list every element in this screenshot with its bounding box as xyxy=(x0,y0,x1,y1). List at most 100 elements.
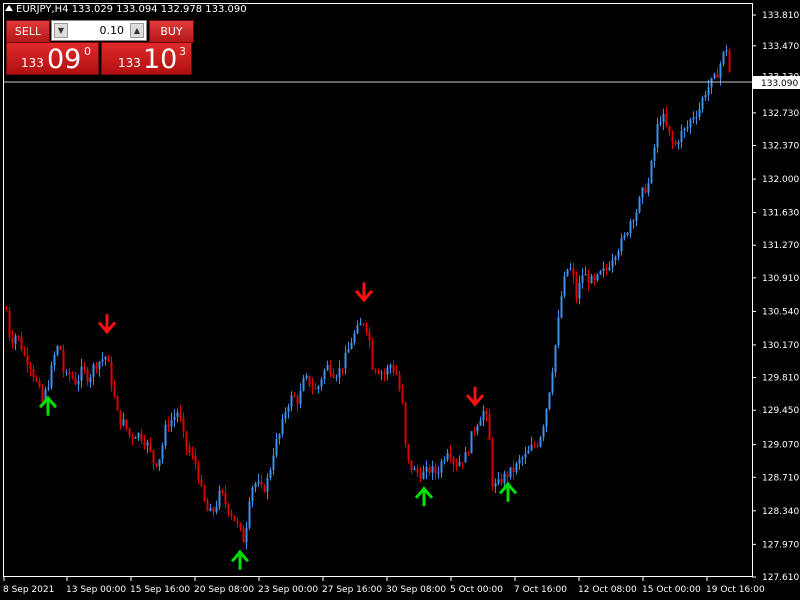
price-chart[interactable]: 133.810133.470133.130132.730132.370132.0… xyxy=(0,0,800,600)
candle-body xyxy=(71,374,74,378)
candle-body xyxy=(509,467,512,478)
candle-body xyxy=(341,368,344,370)
time-tick-label: 30 Sep 08:00 xyxy=(386,585,446,595)
sell-signal-arrow-icon xyxy=(97,314,117,334)
candle-body xyxy=(227,504,230,513)
candle-body xyxy=(482,411,485,421)
candle-body xyxy=(17,335,20,338)
time-tick-label: 23 Sep 00:00 xyxy=(258,585,318,595)
candle-body xyxy=(620,238,623,252)
candle-body xyxy=(80,366,83,381)
candle-body xyxy=(605,268,608,271)
time-tick-label: 15 Oct 00:00 xyxy=(642,585,701,595)
candle-body xyxy=(140,433,143,441)
candle-body xyxy=(710,78,713,88)
candle-body xyxy=(209,507,212,512)
candle-body xyxy=(473,431,476,433)
price-tick-label: 130.170 xyxy=(762,341,799,351)
candle-body xyxy=(128,428,131,436)
price-axis[interactable]: 133.810133.470133.130132.730132.370132.0… xyxy=(752,11,799,583)
candle-body xyxy=(83,366,86,370)
candle-body xyxy=(446,453,449,460)
buy-price-sup: 3 xyxy=(179,45,186,58)
candle-body xyxy=(164,424,167,446)
candle-body xyxy=(113,386,116,397)
candle-body xyxy=(410,460,413,470)
candle-body xyxy=(413,468,416,470)
candle-body xyxy=(650,160,653,183)
candle-body xyxy=(131,435,134,439)
candle-body xyxy=(719,63,722,78)
candle-body xyxy=(542,426,545,438)
candle-body xyxy=(281,418,284,435)
candle-body xyxy=(257,481,260,484)
candle-body xyxy=(545,408,548,427)
candle-body xyxy=(32,369,35,378)
candle-body xyxy=(185,431,188,448)
candle-body xyxy=(50,365,53,388)
time-axis[interactable]: 8 Sep 2021 13 Sep 00:00 15 Sep 16:00 20 Sep… xyxy=(3,577,765,595)
candle-body xyxy=(197,463,200,481)
candle-body xyxy=(521,457,524,460)
candle-body xyxy=(194,455,197,464)
candle-body xyxy=(623,235,626,239)
candle-body xyxy=(275,438,278,456)
sell-signal-arrow-icon xyxy=(354,282,374,303)
candle-body xyxy=(26,355,29,366)
candle-body xyxy=(554,345,557,373)
candle-body xyxy=(356,325,359,334)
candle-body xyxy=(530,444,533,451)
candle-body xyxy=(458,461,461,466)
candle-body xyxy=(8,310,11,338)
candle-body xyxy=(491,440,494,487)
candle-body xyxy=(635,212,638,221)
candle-body xyxy=(440,461,443,473)
candle-body xyxy=(89,377,92,383)
candle-body xyxy=(122,419,125,426)
sell-price-sup: 0 xyxy=(84,45,91,58)
candle-body xyxy=(272,455,275,471)
lot-size-value[interactable]: 0.10 xyxy=(64,24,125,37)
candle-body xyxy=(689,119,692,127)
time-tick-label: 12 Oct 08:00 xyxy=(578,585,637,595)
candle-body xyxy=(56,346,59,355)
candle-body xyxy=(617,251,620,257)
candle-body xyxy=(503,473,506,484)
buy-price-button[interactable]: 133 10 3 xyxy=(101,42,192,75)
candle-body xyxy=(716,74,719,78)
candle-body xyxy=(215,506,218,512)
candle-body xyxy=(671,133,674,142)
buy-button[interactable]: BUY xyxy=(149,20,194,43)
candle-body xyxy=(125,419,128,429)
candle-body xyxy=(626,233,629,236)
buy-signal-arrow-icon xyxy=(414,486,434,507)
lot-increase-icon[interactable]: ▲ xyxy=(130,23,144,38)
candle-body xyxy=(674,141,677,145)
price-tick-label: 132.000 xyxy=(762,175,799,185)
candle-body xyxy=(641,187,644,198)
buy-signal-arrow-icon xyxy=(230,549,250,570)
candle-body xyxy=(176,412,179,417)
candle-body xyxy=(476,425,479,432)
candle-body xyxy=(602,268,605,271)
candle-body xyxy=(188,447,191,453)
sell-price-button[interactable]: 133 09 0 xyxy=(6,42,99,75)
buy-price-big: 10 xyxy=(143,44,178,75)
candle-body xyxy=(326,364,329,371)
candle-body xyxy=(587,274,590,284)
sell-button[interactable]: SELL xyxy=(6,20,50,43)
time-tick-label: 15 Sep 16:00 xyxy=(130,585,190,595)
lot-size-field[interactable]: ▼ 0.10 ▲ xyxy=(51,20,147,41)
candle-body xyxy=(92,364,95,378)
candle-body xyxy=(383,372,386,375)
candle-body xyxy=(41,386,44,401)
candle-body xyxy=(692,117,695,120)
price-tick-label: 133.810 xyxy=(762,11,799,21)
price-tick-label: 127.610 xyxy=(762,573,799,583)
current-price-label: 133.090 xyxy=(753,76,800,89)
candle-body xyxy=(323,370,326,380)
time-tick-label: 8 Sep 2021 xyxy=(3,585,54,595)
candle-body xyxy=(524,453,527,458)
candle-body xyxy=(677,142,680,145)
candle-body xyxy=(656,124,659,148)
